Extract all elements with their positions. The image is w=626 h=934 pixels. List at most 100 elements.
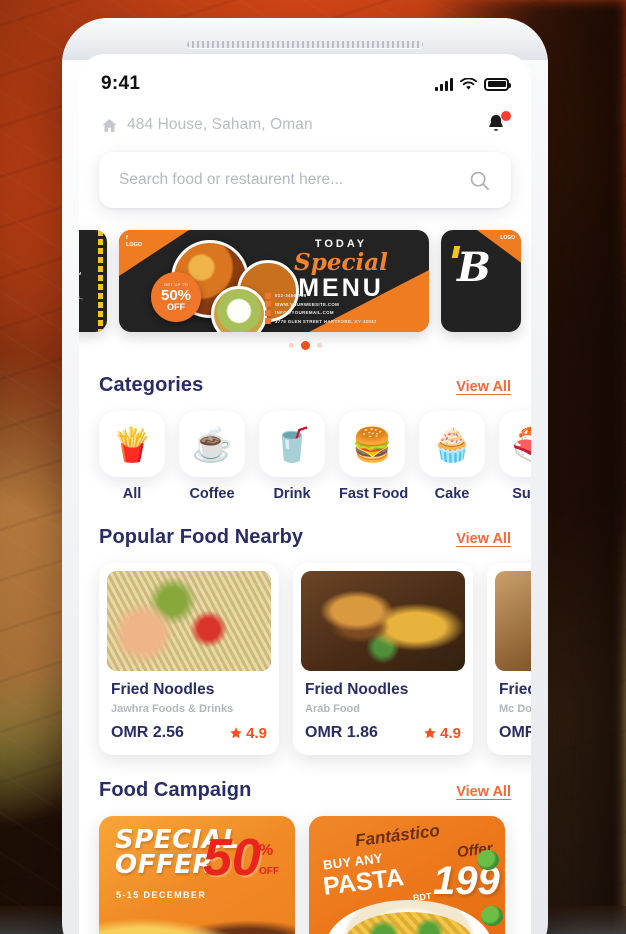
campaign-card-pasta-offer[interactable]: Fantástico Offer BUY ANY PASTA BDT 199	[309, 816, 505, 934]
banner-contact-address: 3778 GLEN STREET HARTFORD, KY 42047	[275, 318, 377, 324]
pin-icon	[265, 318, 271, 324]
campaign-card-special-offer[interactable]: SPECIAL OFFER 5-15 DECEMBER 50 % OFF	[99, 816, 295, 934]
food-restaurant: Mc Donalds	[499, 703, 531, 715]
status-icons	[435, 77, 511, 91]
category-label: Fast Food	[339, 486, 409, 502]
food-card[interactable]: Fried Noodles Arab Food OMR 1.86 4.9	[293, 563, 473, 755]
campaign-fantastico-text: Fantástico	[354, 820, 441, 851]
food-price: OMR 2.56	[111, 724, 184, 741]
food-restaurant: Arab Food	[305, 703, 360, 715]
phone-mockup: 9:41 484 House, Saham, Oman Search food …	[62, 18, 548, 934]
category-label: Cake	[434, 486, 470, 502]
campaign-list[interactable]: SPECIAL OFFER 5-15 DECEMBER 50 % OFF Fan…	[79, 802, 531, 934]
badge-percent: 50%	[160, 286, 192, 304]
sushi-icon: 🍣	[499, 411, 531, 477]
search-icon[interactable]	[468, 169, 491, 192]
popular-food-list[interactable]: Fried Noodles Jawhra Foods & Drinks OMR …	[79, 549, 531, 755]
badge-off: OFF	[167, 301, 185, 312]
soda-cup-icon: 🥤	[259, 411, 325, 477]
home-icon	[102, 118, 117, 132]
mail-icon	[265, 309, 271, 316]
banner-special-text: Special	[294, 249, 388, 276]
campaign-percent-symbol: %	[259, 842, 274, 859]
banner-logo: f LOGO	[126, 235, 143, 248]
category-label: Drink	[273, 486, 311, 502]
food-image	[301, 571, 465, 671]
food-image	[495, 571, 531, 671]
campaign-discount-number: 50	[203, 829, 261, 887]
status-bar: 9:41	[79, 54, 531, 104]
category-item-coffee[interactable]: ☕ Coffee	[179, 411, 245, 502]
carousel-dot-3[interactable]	[316, 343, 322, 348]
popular-header: Popular Food Nearby View All	[79, 526, 531, 549]
notification-badge-dot	[501, 111, 511, 121]
food-name: Fried Noodles	[499, 681, 531, 698]
search-input[interactable]: Search food or restaurent here...	[119, 171, 343, 189]
cupcake-icon: 🧁	[419, 411, 485, 477]
banner-contact-web: WWW.YOURWEBSITE.COM	[275, 301, 340, 307]
popular-title: Popular Food Nearby	[99, 526, 304, 548]
category-label: Sushi	[512, 486, 531, 502]
food-rating-value: 4.9	[440, 724, 461, 742]
search-section: Search food or restaurent here...	[79, 138, 531, 208]
categories-view-all-link[interactable]: View All	[456, 379, 511, 395]
search-bar[interactable]: Search food or restaurent here...	[99, 152, 511, 208]
food-price: OMR 2.10	[499, 724, 531, 741]
carousel-dot-1[interactable]	[288, 343, 294, 348]
burger-icon: 🍔	[339, 411, 405, 477]
banner-slide-next[interactable]: LOGO B	[441, 230, 521, 332]
category-item-cake[interactable]: 🧁 Cake	[419, 411, 485, 502]
category-item-drink[interactable]: 🥤 Drink	[259, 411, 325, 502]
food-price: OMR 1.86	[305, 724, 378, 741]
food-name: Fried Noodles	[305, 681, 409, 698]
category-item-all[interactable]: 🍟 All	[99, 411, 165, 502]
campaign-header: Food Campaign View All	[79, 779, 531, 802]
category-item-fast-food[interactable]: 🍔 Fast Food	[339, 411, 409, 502]
carousel-dot-2[interactable]	[300, 341, 310, 350]
campaign-view-all-link[interactable]: View All	[456, 784, 511, 800]
popular-view-all-link[interactable]: View All	[456, 531, 511, 547]
address-label: 484 House, Saham, Oman	[127, 116, 313, 133]
phone-speaker-grille	[187, 41, 423, 48]
food-rating: 4.9	[423, 725, 461, 742]
signal-bars-icon	[435, 77, 453, 91]
food-rating-value: 4.9	[246, 724, 267, 742]
food-name: Fried Noodles	[111, 681, 215, 698]
broccoli-icon	[477, 850, 499, 870]
banner-slides: TE.COM MAIL.COM BER T SAMTEL, f LOGO GET…	[79, 230, 531, 332]
banner-slide-previous[interactable]: TE.COM MAIL.COM BER T SAMTEL,	[79, 230, 107, 332]
star-icon	[230, 727, 242, 739]
food-restaurant: Jawhra Foods & Drinks	[111, 703, 234, 715]
category-label: All	[122, 486, 142, 502]
campaign-title: Food Campaign	[99, 779, 252, 801]
phone-icon	[265, 292, 271, 299]
categories-header: Categories View All	[79, 374, 531, 397]
wifi-icon	[460, 77, 477, 90]
phone-screen: 9:41 484 House, Saham, Oman Search food …	[79, 54, 531, 934]
notification-bell-icon[interactable]	[485, 111, 511, 138]
food-card[interactable]: Fried Noodles Mc Donalds OMR 2.10 4.8	[487, 563, 531, 755]
banner-slide-active[interactable]: f LOGO GET UP TO 50% OFF TODAY Special M…	[119, 230, 429, 332]
banner-next-letter: B	[457, 244, 491, 291]
category-label: Coffee	[189, 486, 235, 502]
banner-next-logo: LOGO	[500, 235, 515, 241]
campaign-off-label: OFF	[259, 866, 279, 877]
category-item-sushi[interactable]: 🍣 Sushi	[499, 411, 531, 502]
banner-contact-phone: 012-3456-789	[275, 293, 307, 298]
coffee-cup-icon: ☕	[179, 411, 245, 477]
food-rating: 4.9	[229, 725, 267, 742]
carousel-dots[interactable]	[99, 341, 531, 350]
banner-prev-text: TE.COM MAIL.COM BER T SAMTEL,	[79, 270, 83, 300]
banner-contacts: 012-3456-789 WWW.YOURWEBSITE.COM INFO@YO…	[265, 290, 415, 324]
categories-list[interactable]: 🍟 All ☕ Coffee 🥤 Drink 🍔 Fast Food 🧁 Cak…	[79, 397, 531, 502]
food-card[interactable]: Fried Noodles Jawhra Foods & Drinks OMR …	[99, 563, 279, 755]
globe-icon	[265, 301, 271, 307]
badge-top-text: GET UP TO	[164, 281, 188, 287]
broccoli-icon	[481, 906, 503, 926]
categories-title: Categories	[99, 374, 204, 396]
campaign-food-image	[99, 898, 295, 934]
location-left[interactable]: 484 House, Saham, Oman	[101, 116, 313, 134]
location-row: 484 House, Saham, Oman	[79, 104, 531, 138]
banner-carousel[interactable]: TE.COM MAIL.COM BER T SAMTEL, f LOGO GET…	[79, 230, 531, 350]
banner-discount-badge: GET UP TO 50% OFF	[151, 272, 201, 322]
